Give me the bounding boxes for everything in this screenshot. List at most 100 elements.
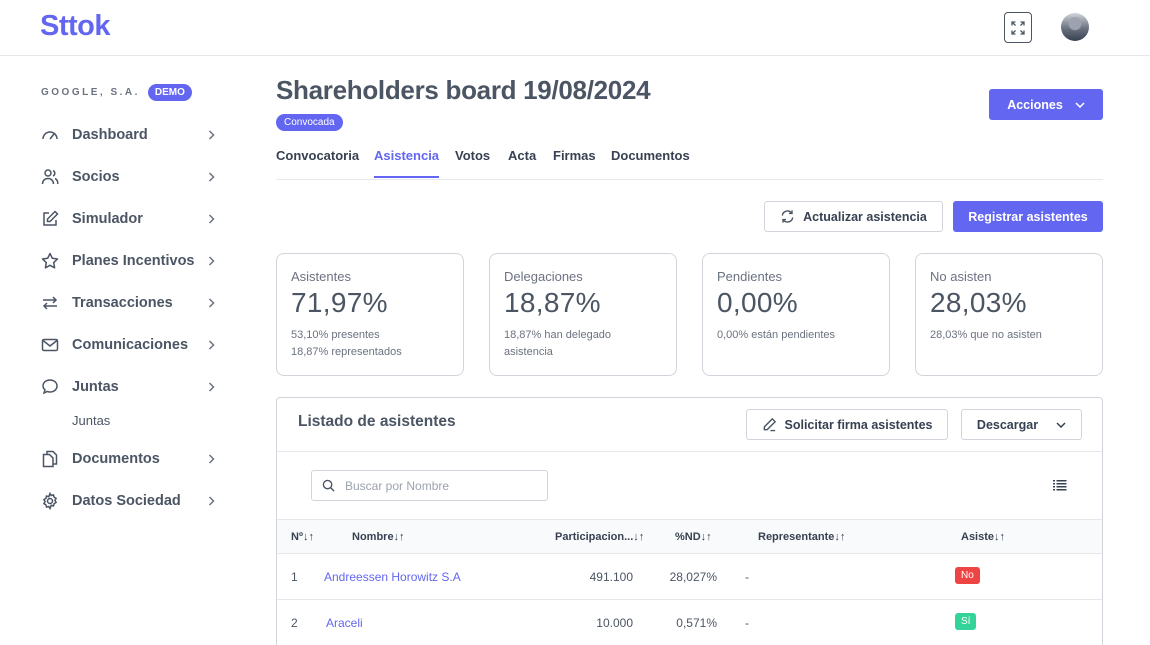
card-value: 18,87%	[504, 287, 601, 318]
column-header-participation[interactable]: Participacion...↓↑	[555, 531, 644, 543]
cell-representative: -	[745, 616, 749, 630]
app-logo[interactable]: Sttok	[40, 10, 111, 43]
table-row: 2 Araceli 10.000 0,571% - Sí	[277, 600, 1102, 645]
expand-button[interactable]	[1004, 12, 1032, 43]
sidebar-item-label: Transacciones	[72, 295, 173, 311]
cell-name-link[interactable]: Andreessen Horowitz S.A	[324, 570, 461, 584]
sidebar-item-label: Juntas	[72, 379, 119, 395]
refresh-attendance-label: Actualizar asistencia	[803, 209, 927, 224]
card-label: Delegaciones	[504, 269, 583, 284]
search-input[interactable]	[345, 478, 535, 493]
tab-votos[interactable]: Votos	[455, 148, 490, 176]
column-header-representative[interactable]: Representante↓↑	[758, 531, 845, 543]
tab-convocatoria[interactable]: Convocatoria	[276, 148, 359, 176]
status-badge: Convocada	[276, 114, 343, 131]
chevron-right-icon	[206, 382, 216, 392]
card-value: 28,03%	[930, 287, 1027, 318]
chevron-right-icon	[206, 340, 216, 350]
tab-bar: Convocatoria Asistencia Votos Acta Firma…	[276, 142, 1103, 180]
card-label: No asisten	[930, 269, 992, 284]
download-dropdown[interactable]: Descargar	[961, 409, 1082, 440]
company-name: GOOGLE, S.A.	[41, 87, 140, 98]
attendees-title: Listado de asistentes	[298, 413, 456, 430]
chevron-right-icon	[206, 214, 216, 224]
sidebar-item-socios[interactable]: Socios	[40, 162, 216, 192]
table-header: Nº↓↑ Nombre↓↑ Participacion...↓↑ %ND↓↑ R…	[277, 519, 1102, 554]
sidebar-subitem-juntas[interactable]: Juntas	[72, 413, 110, 428]
cell-number: 1	[291, 570, 298, 584]
chat-icon	[40, 377, 60, 397]
chevron-right-icon	[206, 454, 216, 464]
sidebar-item-dashboard[interactable]: Dashboard	[40, 120, 216, 150]
sidebar-item-label: Dashboard	[72, 127, 148, 143]
chevron-right-icon	[206, 130, 216, 140]
sidebar-item-simulador[interactable]: Simulador	[40, 204, 216, 234]
search-icon	[322, 479, 335, 492]
tab-acta[interactable]: Acta	[508, 148, 536, 176]
card-notes: 0,00% están pendientes	[717, 327, 875, 344]
sidebar-item-documentos[interactable]: Documentos	[40, 444, 216, 474]
pencil-icon	[763, 417, 776, 432]
stat-card-no-asisten: No asisten 28,03% 28,03% que no asisten	[915, 253, 1103, 376]
user-avatar[interactable]	[1061, 13, 1089, 41]
star-icon	[40, 251, 60, 271]
page-title: Shareholders board 19/08/2024	[276, 75, 651, 105]
sidebar-item-label: Datos Sociedad	[72, 493, 181, 509]
column-header-nd[interactable]: %ND↓↑	[675, 531, 712, 543]
cell-participation: 491.100	[589, 570, 633, 584]
attendees-panel: Listado de asistentes Solicitar firma as…	[276, 397, 1103, 645]
actions-button[interactable]: Acciones	[989, 89, 1103, 120]
sidebar-item-label: Socios	[72, 169, 120, 185]
sidebar-item-transacciones[interactable]: Transacciones	[40, 288, 216, 318]
stat-card-delegaciones: Delegaciones 18,87% 18,87% han delegado …	[489, 253, 677, 376]
card-note: 0,00% están pendientes	[717, 329, 836, 341]
edit-icon	[40, 209, 60, 229]
register-attendees-button[interactable]: Registrar asistentes	[953, 201, 1103, 232]
column-header-name[interactable]: Nombre↓↑	[352, 531, 405, 543]
cell-nd: 0,571%	[676, 616, 717, 630]
card-notes: 28,03% que no asisten	[930, 327, 1088, 344]
sidebar-item-datos-sociedad[interactable]: Datos Sociedad	[40, 486, 216, 516]
company-header: GOOGLE, S.A. DEMO	[41, 84, 192, 101]
cell-name-link[interactable]: Araceli	[326, 616, 363, 630]
request-signature-button[interactable]: Solicitar firma asistentes	[746, 409, 948, 440]
tab-firmas[interactable]: Firmas	[553, 148, 596, 176]
cell-representative: -	[745, 570, 749, 584]
sidebar-item-comunicaciones[interactable]: Comunicaciones	[40, 330, 216, 360]
sidebar-item-juntas[interactable]: Juntas	[40, 372, 216, 402]
stat-card-pendientes: Pendientes 0,00% 0,00% están pendientes	[702, 253, 890, 376]
chevron-right-icon	[206, 496, 216, 506]
column-header-attends[interactable]: Asiste↓↑	[961, 531, 1005, 543]
search-field[interactable]	[311, 470, 548, 501]
actions-label: Acciones	[1007, 97, 1063, 112]
card-value: 71,97%	[291, 287, 388, 318]
download-label: Descargar	[976, 417, 1039, 432]
chevron-right-icon	[206, 256, 216, 266]
card-notes: 53,10% presentes 18,87% representados	[291, 327, 449, 361]
tab-documentos[interactable]: Documentos	[611, 148, 690, 176]
refresh-attendance-button[interactable]: Actualizar asistencia	[764, 201, 943, 232]
mail-icon	[40, 335, 60, 355]
demo-badge: DEMO	[147, 84, 192, 101]
refresh-icon	[781, 210, 794, 223]
top-bar: Sttok	[0, 0, 1150, 56]
arrows-icon	[40, 293, 60, 313]
cell-number: 2	[291, 616, 298, 630]
gear-icon	[40, 491, 60, 511]
list-view-icon[interactable]	[1053, 479, 1067, 491]
chevron-right-icon	[206, 172, 216, 182]
sidebar-item-label: Planes Incentivos	[72, 253, 195, 269]
cell-participation: 10.000	[596, 616, 633, 630]
column-header-number[interactable]: Nº↓↑	[291, 531, 314, 543]
attends-badge: No	[955, 567, 980, 584]
documents-icon	[40, 449, 60, 469]
card-label: Asistentes	[291, 269, 351, 284]
attends-badge: Sí	[955, 613, 977, 630]
sidebar-item-label: Documentos	[72, 451, 160, 467]
tab-asistencia[interactable]: Asistencia	[374, 148, 440, 178]
table-row: 1 Andreessen Horowitz S.A 491.100 28,027…	[277, 554, 1102, 600]
card-value: 0,00%	[717, 287, 798, 318]
card-note: 53,10% presentes	[291, 329, 380, 341]
card-note: 28,03% que no asisten	[930, 329, 1042, 341]
sidebar-item-planes-incentivos[interactable]: Planes Incentivos	[40, 246, 216, 276]
